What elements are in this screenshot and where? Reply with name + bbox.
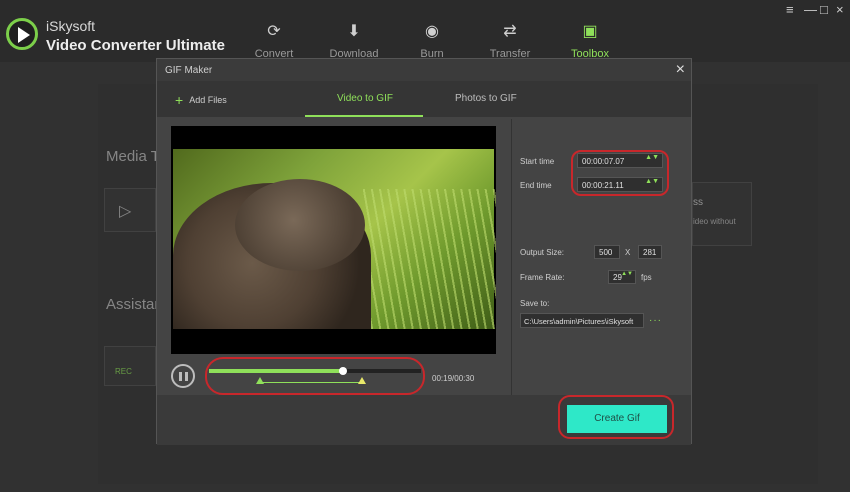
add-files-button[interactable]: + Add Files [175,92,227,108]
video-preview [171,126,496,354]
gif-maker-dialog: GIF Maker × + Add Files Video to GIF Pho… [156,58,692,445]
nav-toolbox[interactable]: ▣ Toolbox [555,22,625,60]
panel-divider [511,119,512,397]
highlight-playback-controls [205,357,425,395]
active-tab-indicator [305,115,423,117]
save-path-input[interactable]: C:\Users\admin\Pictures\iSkysoft [520,313,644,328]
nav-convert[interactable]: ⟳ Convert [239,22,309,60]
maximize-icon[interactable]: □ [820,2,828,17]
transfer-icon: ⇄ [503,23,517,40]
fps-label: fps [641,273,652,282]
video-frame [173,149,496,329]
output-height-input[interactable]: 281 [638,245,662,259]
start-time-label: Start time [520,157,555,166]
convert-icon: ⟳ [267,23,281,40]
grass-background [363,189,496,329]
dialog-header: GIF Maker × [157,59,691,81]
brand-name: iSkysoft [46,18,96,34]
menu-icon[interactable]: ≡ [786,2,794,17]
output-size-label: Output Size: [520,248,565,257]
minimize-icon[interactable]: — [804,2,817,17]
nav-burn[interactable]: ◉ Burn [397,22,467,60]
dialog-title: GIF Maker [165,65,213,76]
pause-button[interactable] [171,364,195,388]
nav-transfer[interactable]: ⇄ Transfer [475,22,545,60]
end-time-label: End time [520,181,552,190]
frame-rate-spinner-icon[interactable]: ▲▼ [621,271,633,277]
dialog-tabs: + Add Files Video to GIF Photos to GIF [157,81,691,117]
save-to-label: Save to: [520,299,550,308]
add-files-label: Add Files [189,95,227,105]
size-separator: X [625,248,631,257]
app-logo-icon [6,18,38,50]
plus-icon: + [175,92,184,108]
dialog-close-icon[interactable]: × [676,61,685,79]
playback-time: 00:19/00:30 [432,374,475,383]
download-icon: ⬇ [347,23,361,40]
title-bar: iSkysoft Video Converter Ultimate ⟳ Conv… [0,0,850,62]
toolbox-icon: ▣ [582,23,598,40]
browse-folder-button[interactable]: ··· [649,315,662,326]
highlight-create-button [558,395,674,439]
close-icon[interactable]: × [836,2,844,17]
nav-download[interactable]: ⬇ Download [319,22,389,60]
product-name: Video Converter Ultimate [46,37,225,54]
output-width-input[interactable]: 500 [594,245,620,259]
frame-rate-input[interactable]: 29 ▲▼ [608,270,636,284]
tab-video-to-gif[interactable]: Video to GIF [337,93,393,104]
tab-photos-to-gif[interactable]: Photos to GIF [455,93,517,104]
marmot-head [235,179,365,271]
burn-icon: ◉ [425,23,439,40]
frame-rate-label: Frame Rate: [520,273,565,282]
highlight-time-inputs [571,150,669,196]
